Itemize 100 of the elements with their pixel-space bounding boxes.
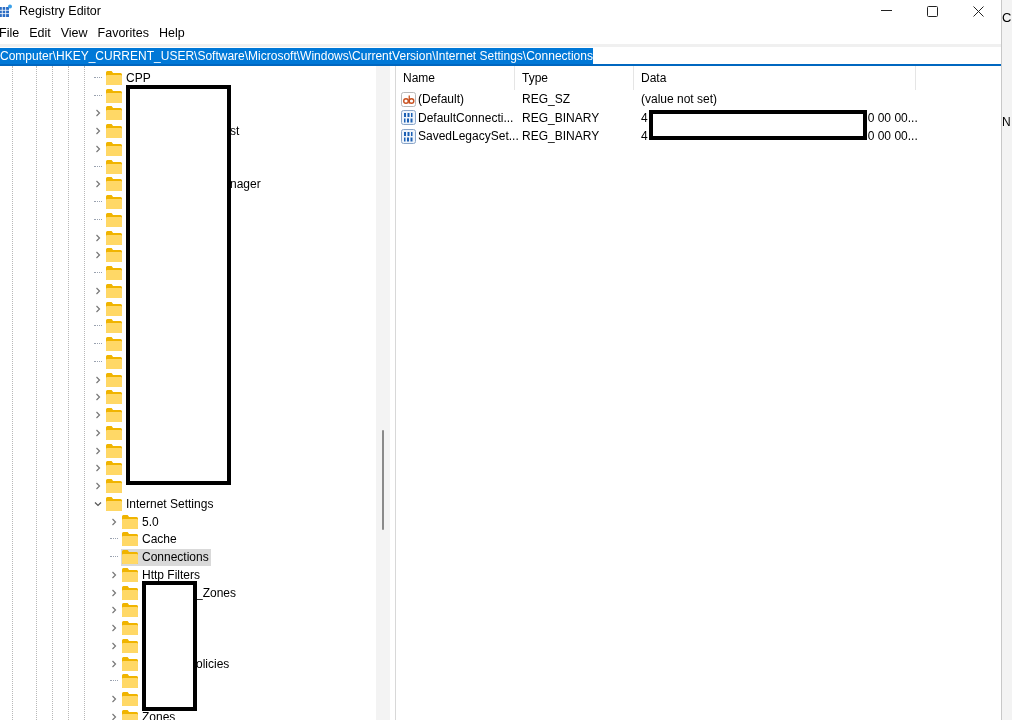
folder-icon — [122, 656, 138, 671]
value-data: 0 00 00... — [867, 128, 918, 146]
tree-item[interactable] — [105, 122, 124, 140]
minimize-icon — [880, 10, 892, 12]
folder-icon — [106, 337, 122, 352]
tree-item[interactable] — [121, 672, 140, 690]
value-type: REG_BINARY — [522, 129, 600, 144]
menu-item[interactable]: Edit — [24, 23, 56, 43]
chevron-down-icon[interactable] — [94, 499, 102, 508]
tree-item[interactable]: Connections — [121, 548, 211, 566]
menu-item[interactable]: Help — [154, 23, 190, 43]
folder-icon — [106, 283, 122, 298]
chevron-right-icon[interactable] — [94, 180, 102, 189]
tree-item[interactable] — [105, 87, 124, 105]
tree-item-label: st — [230, 123, 240, 141]
menu-item[interactable]: View — [55, 23, 93, 43]
value-name[interactable]: (Default) — [418, 90, 464, 109]
value-type: REG_BINARY — [522, 110, 600, 125]
tree-item[interactable] — [105, 353, 124, 371]
tree-item[interactable] — [105, 193, 124, 211]
chevron-right-icon[interactable] — [110, 517, 118, 526]
tree-item[interactable] — [105, 335, 124, 353]
tree-item[interactable] — [105, 442, 124, 460]
tree-item[interactable] — [105, 406, 124, 424]
folder-icon — [122, 709, 138, 720]
tree-item[interactable]: Cache — [121, 530, 179, 548]
tree-item[interactable] — [121, 637, 140, 655]
tree-item[interactable] — [121, 690, 140, 708]
folder-icon — [106, 212, 122, 227]
folder-icon — [106, 319, 122, 334]
tree-item[interactable] — [105, 246, 124, 264]
folder-icon — [122, 514, 138, 529]
value-data: 4 — [640, 128, 648, 146]
binary-value-icon — [401, 128, 416, 144]
folder-icon — [106, 159, 122, 174]
value-name[interactable]: DefaultConnecti... — [418, 108, 514, 127]
folder-icon — [106, 70, 122, 85]
tree-item[interactable] — [105, 264, 124, 282]
tree-item[interactable]: Http Filters — [121, 566, 202, 584]
tree-item-label: olicies — [196, 655, 230, 673]
tree-item[interactable] — [121, 655, 140, 673]
folder-icon — [122, 603, 138, 618]
tree-item[interactable]: 5.0 — [121, 513, 161, 531]
value-data: 4 — [640, 109, 648, 127]
column-header[interactable]: Name — [396, 66, 515, 90]
value-type: REG_SZ — [522, 92, 570, 107]
background-window-text: C — [1002, 9, 1012, 27]
tree-item[interactable] — [105, 158, 124, 176]
folder-icon — [106, 301, 122, 316]
folder-icon — [106, 443, 122, 458]
folder-icon — [106, 496, 122, 511]
folder-icon — [106, 248, 122, 263]
folder-icon — [106, 124, 122, 139]
folder-icon — [106, 88, 122, 103]
tree-item[interactable] — [105, 317, 124, 335]
folder-icon — [122, 585, 138, 600]
menu-item[interactable]: Favorites — [92, 23, 154, 43]
tree-item[interactable] — [105, 229, 124, 247]
value-name[interactable]: SavedLegacySet... — [418, 127, 519, 146]
tree-item[interactable]: Internet Settings — [105, 495, 216, 513]
tree-item-label: nager — [230, 176, 261, 194]
tree-item[interactable] — [105, 388, 124, 406]
column-header[interactable]: Type — [515, 66, 634, 90]
tree-item[interactable] — [105, 300, 124, 318]
folder-icon — [106, 106, 122, 121]
folder-icon — [106, 141, 122, 156]
maximize-icon — [926, 5, 938, 17]
tree-item[interactable] — [105, 459, 124, 477]
tree-item[interactable] — [121, 584, 140, 602]
folder-icon — [106, 461, 122, 476]
folder-icon — [122, 550, 138, 565]
folder-icon — [106, 408, 122, 423]
tree-item[interactable] — [105, 175, 124, 193]
folder-icon — [122, 674, 138, 689]
close-icon — [972, 5, 984, 17]
folder-icon — [106, 230, 122, 245]
folder-icon — [106, 425, 122, 440]
column-header[interactable]: Data — [634, 66, 916, 90]
tree-item[interactable]: CPP — [105, 69, 153, 87]
scrollbar-thumb[interactable] — [382, 430, 384, 530]
folder-icon — [106, 266, 122, 281]
folder-icon — [106, 177, 122, 192]
tree-item[interactable] — [105, 211, 124, 229]
folder-icon — [106, 372, 122, 387]
tree-item[interactable] — [121, 601, 140, 619]
tree-item[interactable] — [121, 619, 140, 637]
folder-icon — [106, 195, 122, 210]
value-data: (value not set) — [640, 91, 718, 109]
folder-icon — [122, 692, 138, 707]
tree-item[interactable] — [105, 282, 124, 300]
menu-item[interactable]: File — [0, 23, 25, 43]
tree-item[interactable] — [105, 140, 124, 158]
folder-icon — [106, 479, 122, 494]
tree-item[interactable] — [105, 104, 124, 122]
tree-item[interactable] — [105, 424, 124, 442]
tree-item[interactable] — [105, 371, 124, 389]
tree-scrollbar[interactable] — [376, 66, 390, 720]
folder-icon — [122, 621, 138, 636]
string-value-icon — [401, 91, 416, 107]
background-window-text: N — [1002, 113, 1012, 131]
